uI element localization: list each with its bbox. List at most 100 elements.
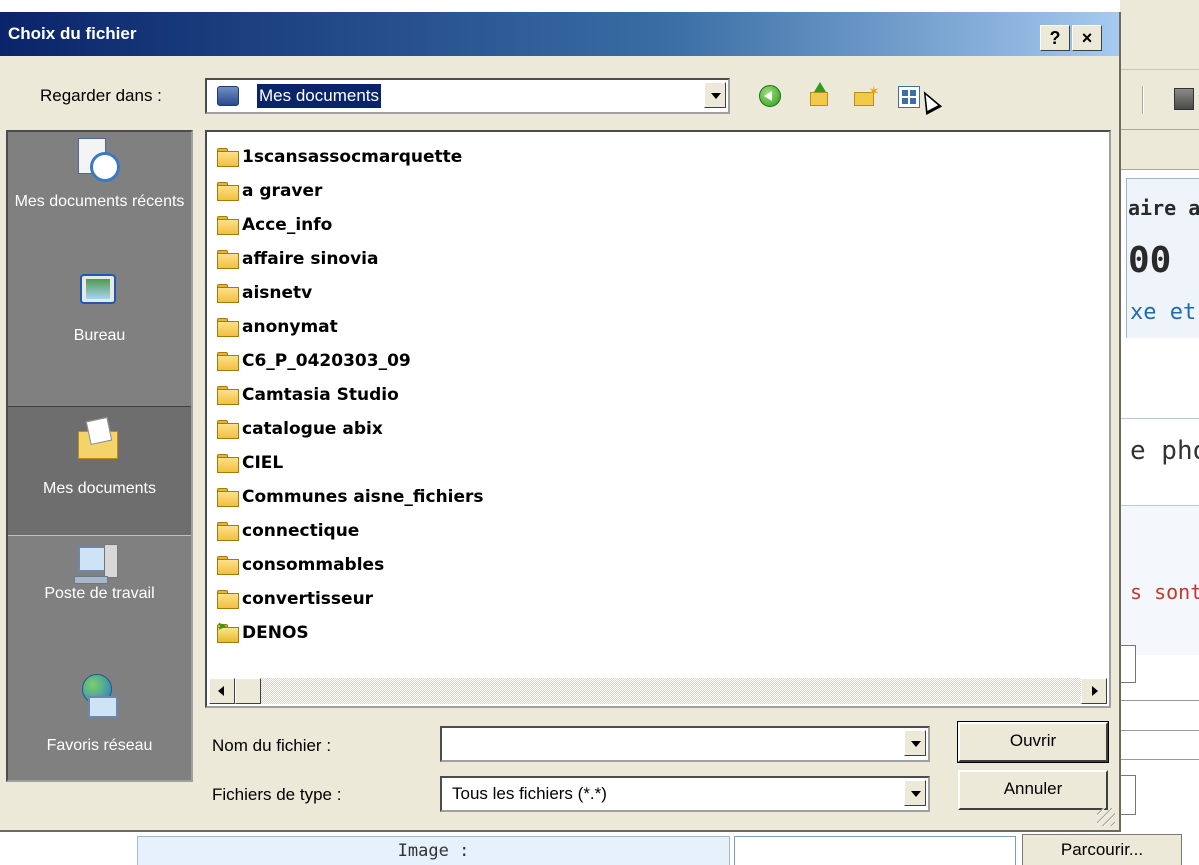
browser-toolbar <box>1120 70 1199 130</box>
scroll-right-button[interactable] <box>1081 678 1107 704</box>
webpage-heading: e pho <box>1130 436 1199 466</box>
webpage-warning-text: s sont <box>1130 580 1199 604</box>
list-item[interactable]: anonymat <box>217 311 338 343</box>
toolbar-button[interactable] <box>1174 88 1194 110</box>
webpage-field[interactable] <box>1120 730 1199 760</box>
dropdown-arrow-icon[interactable] <box>904 730 926 756</box>
place-label: Mes documents récents <box>14 193 185 210</box>
folder-icon <box>217 420 239 439</box>
divider <box>1120 700 1199 701</box>
look-in-label: Regarder dans : <box>40 86 162 105</box>
scroll-left-button[interactable] <box>209 678 235 704</box>
list-item[interactable]: aisnetv <box>217 277 312 309</box>
file-name: Camtasia Studio <box>242 385 399 405</box>
desktop-icon <box>74 272 122 318</box>
scrollbar-thumb[interactable] <box>235 678 261 704</box>
list-item[interactable]: ➤ DENOS <box>217 617 309 649</box>
file-open-dialog: Choix du fichier ? × Regarder dans : Mes… <box>0 12 1121 832</box>
list-item[interactable]: connectique <box>217 515 359 547</box>
horizontal-scrollbar[interactable] <box>209 678 1107 704</box>
webpage-price: 00 <box>1128 240 1172 281</box>
folder-up-icon <box>810 92 828 106</box>
recent-documents-icon <box>74 138 122 184</box>
dropdown-arrow-icon[interactable] <box>904 780 926 806</box>
image-path-input[interactable] <box>734 836 1016 865</box>
background-webpage: aire a 00 xe et e pho s sont <box>1120 0 1199 865</box>
file-name: consommables <box>242 555 385 575</box>
special-folder-icon: ➤ <box>217 620 239 643</box>
list-item[interactable]: consommables <box>217 549 384 581</box>
file-name: DENOS <box>242 623 309 643</box>
folder-icon <box>217 590 239 609</box>
place-recent-documents[interactable]: Mes documents récents <box>8 132 191 262</box>
webpage-link-text[interactable]: xe et <box>1130 300 1196 325</box>
list-item[interactable]: Acce_info <box>217 209 332 241</box>
list-item[interactable]: convertisseur <box>217 583 373 615</box>
help-button[interactable]: ? <box>1040 25 1070 51</box>
up-arrow-icon <box>814 82 826 92</box>
browser-address-bar <box>1120 130 1199 170</box>
file-name-input[interactable] <box>440 726 930 762</box>
back-arrow-icon <box>759 85 781 107</box>
cancel-button[interactable]: Annuler <box>958 770 1108 810</box>
place-label: Bureau <box>73 327 126 344</box>
file-name: Communes aisne_fichiers <box>242 487 484 507</box>
list-item[interactable]: CIEL <box>217 447 283 479</box>
resize-grip-icon[interactable] <box>1097 808 1115 826</box>
folder-icon <box>217 250 239 269</box>
list-item[interactable]: Communes aisne_fichiers <box>217 481 484 513</box>
look-in-dropdown[interactable]: Mes documents <box>205 78 730 114</box>
divider <box>1120 418 1199 419</box>
file-name: catalogue abix <box>242 419 383 439</box>
sparkle-icon: ✶ <box>868 83 880 99</box>
webpage-input[interactable] <box>1120 645 1136 683</box>
place-label: Favoris réseau <box>46 737 153 754</box>
place-network[interactable]: Favoris réseau <box>8 664 191 794</box>
place-desktop[interactable]: Bureau <box>8 272 191 402</box>
place-my-computer[interactable]: Poste de travail <box>8 542 191 672</box>
folder-icon <box>217 318 239 337</box>
toolbar-separator <box>1142 86 1144 114</box>
place-label: Poste de travail <box>44 585 155 602</box>
list-item[interactable]: catalogue abix <box>217 413 383 445</box>
dropdown-arrow-icon[interactable] <box>704 82 726 108</box>
back-button[interactable] <box>756 82 784 110</box>
folder-icon <box>217 556 239 575</box>
places-bar: Mes documents récents Bureau Mes documen… <box>6 130 193 782</box>
list-item[interactable]: affaire sinovia <box>217 243 378 275</box>
folder-icon <box>217 216 239 235</box>
place-my-documents[interactable]: Mes documents <box>8 406 191 536</box>
file-name: 1scansassocmarquette <box>242 147 463 167</box>
up-one-level-button[interactable] <box>806 82 834 110</box>
list-item[interactable]: 1scansassocmarquette <box>217 141 462 173</box>
folder-icon <box>217 284 239 303</box>
my-documents-icon <box>217 86 239 106</box>
browse-button[interactable]: Parcourir... <box>1022 834 1182 865</box>
list-item[interactable]: a graver <box>217 175 322 207</box>
file-type-dropdown[interactable]: Tous les fichiers (*.*) <box>440 776 930 812</box>
list-item[interactable]: C6_P_0420303_09 <box>217 345 411 377</box>
file-name: connectique <box>242 521 360 541</box>
file-list[interactable]: 1scansassocmarquette a graver Acce_info … <box>205 130 1111 708</box>
open-button[interactable]: Ouvrir <box>957 721 1109 763</box>
folder-icon <box>217 522 239 541</box>
new-folder-button[interactable]: ✶ <box>852 82 880 110</box>
views-menu-button[interactable] <box>894 80 950 115</box>
network-places-icon <box>74 674 122 720</box>
file-name-label: Nom du fichier : <box>212 736 332 755</box>
folder-icon <box>217 352 239 371</box>
dialog-title: Choix du fichier <box>8 24 137 43</box>
file-type-value: Tous les fichiers (*.*) <box>452 784 607 803</box>
dialog-titlebar[interactable]: Choix du fichier ? × <box>0 12 1119 56</box>
file-name: anonymat <box>242 317 338 337</box>
folder-icon <box>217 386 239 405</box>
list-item[interactable]: Camtasia Studio <box>217 379 399 411</box>
folder-icon <box>217 148 239 167</box>
file-name: a graver <box>242 181 323 201</box>
file-name: affaire sinovia <box>242 249 379 269</box>
close-button[interactable]: × <box>1072 25 1102 51</box>
file-name: aisnetv <box>242 283 313 303</box>
folder-icon <box>217 454 239 473</box>
file-name: C6_P_0420303_09 <box>242 351 411 371</box>
webpage-input[interactable] <box>1120 775 1136 815</box>
